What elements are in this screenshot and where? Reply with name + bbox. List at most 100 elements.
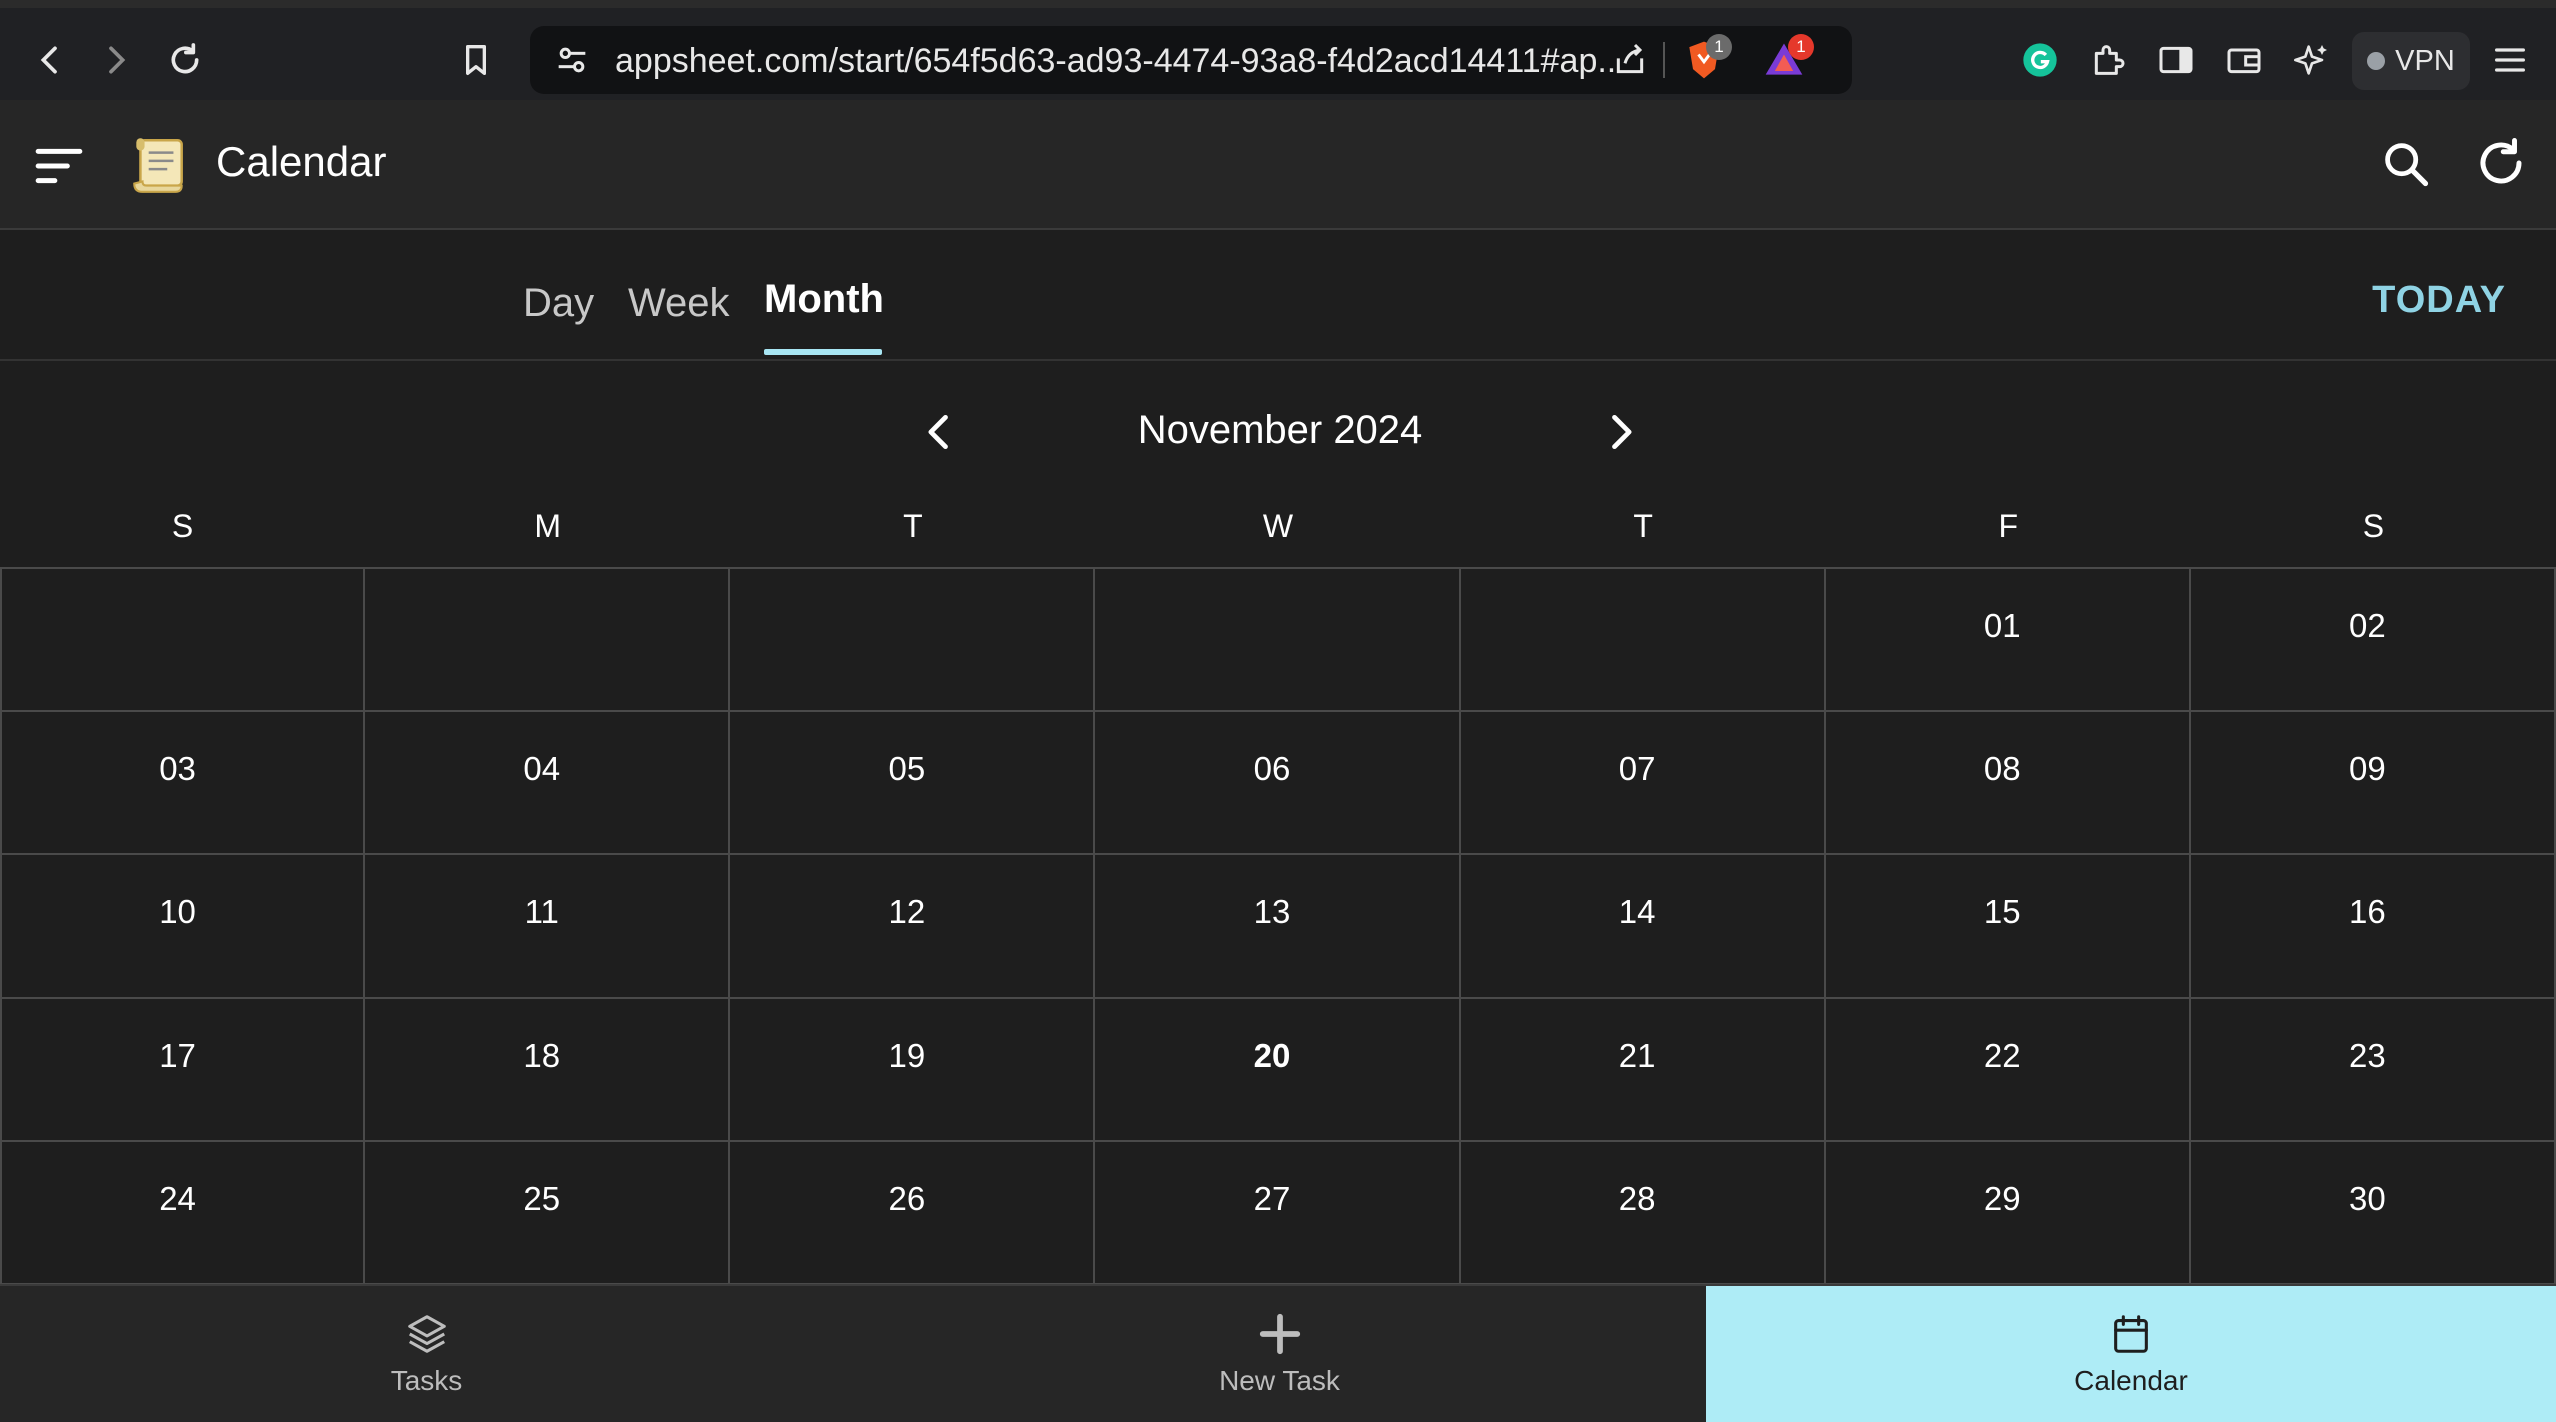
menu-icon[interactable] xyxy=(34,144,84,188)
day-number: 06 xyxy=(1253,750,1291,788)
day-number: 14 xyxy=(1618,893,1656,931)
brave-badge: 1 xyxy=(1706,34,1732,60)
calendar-day-cell[interactable]: 15 xyxy=(1825,855,2191,999)
calendar-day-cell[interactable]: 10 xyxy=(0,855,366,999)
calendar-day-cell[interactable]: 28 xyxy=(1460,1141,1826,1285)
calendar-day-cell[interactable]: 08 xyxy=(1825,712,2191,856)
calendar-day-cell[interactable]: 11 xyxy=(365,855,731,999)
calendar-day-cell[interactable] xyxy=(365,569,731,713)
weekday-header: S M T W T F S xyxy=(0,492,2556,568)
day-number: 10 xyxy=(159,893,196,931)
day-number: 13 xyxy=(1253,893,1291,931)
day-number: 05 xyxy=(888,750,926,788)
calendar-day-cell[interactable]: 19 xyxy=(730,998,1096,1142)
rewards-badge: 1 xyxy=(1788,34,1814,60)
vpn-label: VPN xyxy=(2395,44,2455,77)
calendar-day-cell[interactable]: 16 xyxy=(2190,855,2556,999)
calendar-day-cell[interactable]: 25 xyxy=(365,1141,731,1285)
weekday-label: T xyxy=(1633,508,1653,544)
calendar-day-cell[interactable]: 09 xyxy=(2190,712,2556,856)
day-number: 17 xyxy=(159,1036,196,1074)
sidebar-icon[interactable] xyxy=(2146,30,2206,90)
calendar-day-cell[interactable]: 13 xyxy=(1095,855,1461,999)
calendar-day-cell[interactable]: 14 xyxy=(1460,855,1826,999)
leo-ai-icon[interactable] xyxy=(2282,30,2342,90)
day-number: 09 xyxy=(2349,750,2386,788)
refresh-icon[interactable] xyxy=(2474,136,2528,190)
app-header: Calendar xyxy=(0,100,2556,230)
forward-icon[interactable] xyxy=(86,30,146,90)
nav-tasks-label: Tasks xyxy=(390,1365,463,1396)
site-settings-icon[interactable] xyxy=(552,40,592,80)
calendar-day-cell[interactable]: 24 xyxy=(0,1141,366,1285)
grammarly-icon[interactable] xyxy=(2010,30,2070,90)
calendar-day-cell[interactable]: 30 xyxy=(2190,1141,2556,1285)
day-number: 20 xyxy=(1253,1036,1291,1074)
day-number: 08 xyxy=(1983,750,2021,788)
calendar-day-cell[interactable]: 12 xyxy=(730,855,1096,999)
previous-month-icon[interactable] xyxy=(912,404,968,460)
calendar-day-cell[interactable]: 02 xyxy=(2190,569,2556,713)
next-month-icon[interactable] xyxy=(1592,404,1648,460)
nav-calendar[interactable]: Calendar xyxy=(1706,1286,2556,1422)
weekday-label: T xyxy=(903,508,923,544)
calendar-day-cell[interactable] xyxy=(1460,569,1826,713)
today-button[interactable]: TODAY xyxy=(2372,279,2506,322)
day-number: 01 xyxy=(1983,607,2021,644)
url-text[interactable]: appsheet.com/start/654f5d63-ad93-4474-93… xyxy=(615,42,1615,81)
weekday-label: F xyxy=(1998,508,2019,544)
calendar-day-cell[interactable]: 27 xyxy=(1095,1141,1461,1285)
tab-month[interactable]: Month xyxy=(764,277,884,322)
nav-calendar-label: Calendar xyxy=(2074,1365,2188,1396)
search-icon[interactable] xyxy=(2380,138,2432,190)
bookmark-icon[interactable] xyxy=(446,30,506,90)
tab-week[interactable]: Week xyxy=(628,281,730,326)
address-bar[interactable]: appsheet.com/start/654f5d63-ad93-4474-93… xyxy=(530,26,1852,94)
calendar-day-cell[interactable]: 01 xyxy=(1825,569,2191,713)
brave-shield-icon[interactable]: 1 xyxy=(1682,34,1732,82)
calendar-day-cell[interactable]: 21 xyxy=(1460,998,1826,1142)
calendar-day-cell[interactable]: 17 xyxy=(0,998,366,1142)
url-divider xyxy=(1663,42,1665,78)
calendar-day-cell[interactable]: 22 xyxy=(1825,998,2191,1142)
month-calendar-grid: 01 02 03 04 05 06 07 08 09 10 11 12 13 14 15 16 17 18 19 20… xyxy=(0,567,2556,1285)
calendar-day-cell[interactable]: 23 xyxy=(2190,998,2556,1142)
calendar-day-cell[interactable]: 20 xyxy=(1095,998,1461,1142)
tab-day[interactable]: Day xyxy=(523,281,594,326)
browser-menu-icon[interactable] xyxy=(2480,30,2540,90)
calendar-day-cell[interactable]: 26 xyxy=(730,1141,1096,1285)
nav-new-task[interactable]: New Task xyxy=(853,1286,1706,1422)
rewards-icon[interactable]: 1 xyxy=(1762,34,1814,82)
day-number: 07 xyxy=(1618,750,1656,788)
calendar-day-cell[interactable] xyxy=(1095,569,1461,713)
layers-icon xyxy=(407,1315,446,1353)
extensions-icon[interactable] xyxy=(2078,30,2138,90)
nav-tasks[interactable]: Tasks xyxy=(0,1286,853,1422)
calendar-day-cell[interactable]: 07 xyxy=(1460,712,1826,856)
back-icon[interactable] xyxy=(20,30,80,90)
weekday-label: M xyxy=(534,508,562,544)
app-title: Calendar xyxy=(216,138,387,185)
day-number: 25 xyxy=(523,1179,561,1217)
view-tabs: Day Week Month TODAY xyxy=(0,231,2556,361)
calendar-day-cell[interactable] xyxy=(0,569,366,713)
calendar-day-cell[interactable]: 06 xyxy=(1095,712,1461,856)
month-navigation: November 2024 xyxy=(0,362,2556,462)
wallet-icon[interactable] xyxy=(2214,30,2274,90)
calendar-day-cell[interactable]: 04 xyxy=(365,712,731,856)
calendar-day-cell[interactable] xyxy=(730,569,1096,713)
day-number: 23 xyxy=(2349,1036,2386,1074)
day-number: 22 xyxy=(1983,1036,2021,1074)
day-number: 03 xyxy=(159,750,196,788)
plus-icon xyxy=(1259,1313,1300,1355)
day-number: 04 xyxy=(523,750,561,788)
reload-icon[interactable] xyxy=(155,30,215,90)
calendar-day-cell[interactable]: 29 xyxy=(1825,1141,2191,1285)
calendar-day-cell[interactable]: 05 xyxy=(730,712,1096,856)
vpn-button[interactable]: VPN xyxy=(2352,32,2470,90)
weekday-label: S xyxy=(171,508,194,544)
calendar-day-cell[interactable]: 18 xyxy=(365,998,731,1142)
day-number: 24 xyxy=(159,1179,196,1217)
calendar-day-cell[interactable]: 03 xyxy=(0,712,366,856)
share-icon[interactable] xyxy=(1610,40,1650,80)
